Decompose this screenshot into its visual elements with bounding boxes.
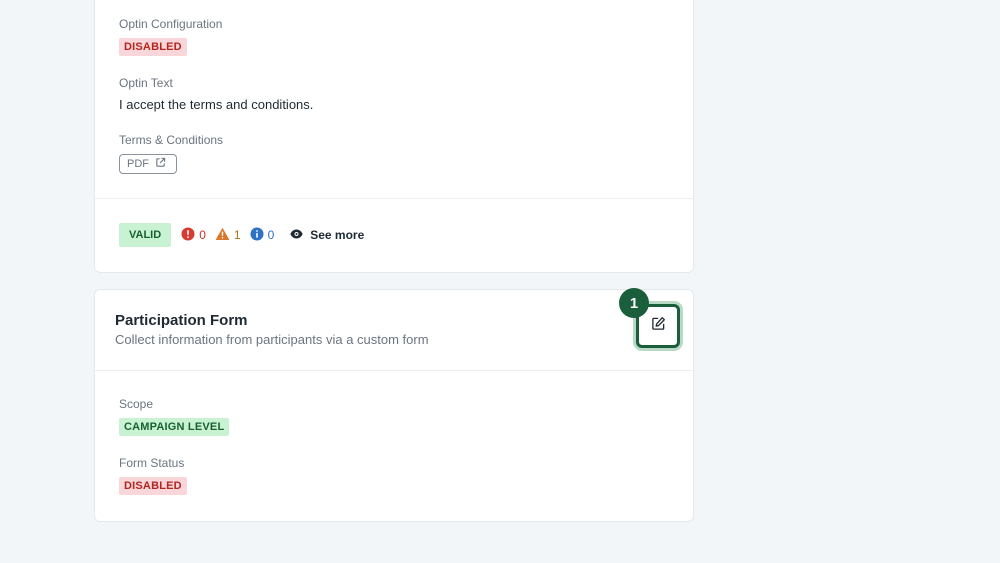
- error-count-value: 0: [199, 228, 206, 242]
- participation-form-card: Participation Form Collect information f…: [94, 288, 694, 522]
- scope-label: Scope: [119, 397, 154, 411]
- step-number-badge: 1: [619, 288, 649, 318]
- optin-config-status-badge: DISABLED: [119, 38, 187, 56]
- info-count: 0: [250, 227, 275, 244]
- info-count-value: 0: [267, 228, 275, 242]
- warning-count: 1: [215, 227, 241, 244]
- terms-conditions-label: Terms & Conditions: [119, 133, 224, 147]
- warning-icon: [215, 227, 230, 244]
- form-status-badge: DISABLED: [119, 477, 187, 495]
- warning-count-value: 1: [233, 228, 241, 242]
- optin-text-label: Optin Text: [119, 76, 173, 90]
- participation-form-title: Participation Form: [115, 312, 248, 329]
- participation-form-subtitle: Collect information from participants vi…: [115, 332, 429, 347]
- see-more-label: See more: [310, 228, 365, 242]
- external-link-icon: [155, 157, 166, 171]
- optin-config-label: Optin Configuration: [119, 17, 223, 31]
- error-count: 0: [181, 227, 206, 244]
- pdf-link-label: PDF: [127, 158, 149, 170]
- scope-badge: CAMPAIGN LEVEL: [119, 418, 230, 436]
- eye-icon: [290, 228, 303, 242]
- optin-text-value: I accept the terms and conditions.: [119, 97, 314, 112]
- valid-badge: VALID: [119, 223, 172, 247]
- optin-card: Optin Configuration DISABLED Optin Text …: [94, 0, 694, 273]
- terms-pdf-link[interactable]: PDF: [119, 154, 177, 174]
- see-more-button[interactable]: See more: [290, 228, 364, 242]
- validation-summary: VALID 0 1 0 See more: [119, 223, 364, 247]
- edit-icon: [651, 316, 666, 336]
- section-divider: [95, 370, 693, 371]
- section-divider: [95, 198, 693, 199]
- info-icon: [250, 227, 264, 244]
- form-status-label: Form Status: [119, 456, 185, 470]
- error-icon: [181, 227, 195, 244]
